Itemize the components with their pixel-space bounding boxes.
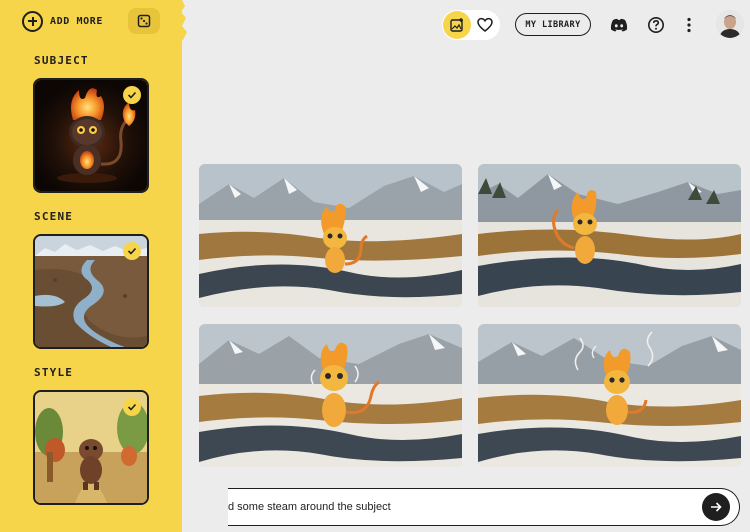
subject-thumbnail[interactable] [33, 78, 149, 193]
help-button[interactable] [645, 14, 667, 36]
avatar-image [716, 10, 744, 38]
selected-check-icon [123, 242, 141, 260]
more-options-button[interactable] [678, 14, 700, 36]
section-label-scene: SCENE [34, 210, 74, 223]
send-button[interactable] [702, 493, 730, 521]
generated-image-2[interactable] [478, 164, 741, 307]
discord-icon [610, 18, 628, 32]
help-icon [648, 17, 664, 33]
prompt-input[interactable] [228, 489, 688, 524]
generated-image-1[interactable] [199, 164, 462, 307]
shuffle-icon [137, 14, 151, 28]
user-avatar[interactable] [716, 10, 744, 38]
plus-icon [22, 10, 43, 32]
section-label-style: STYLE [34, 366, 74, 379]
header-icon-group [442, 10, 500, 40]
scene-thumbnail[interactable] [33, 234, 149, 349]
prompt-bar [228, 488, 740, 526]
style-thumbnail[interactable] [33, 390, 149, 505]
sidebar: ADD MORE SUBJECT SCENE STYLE [0, 0, 187, 532]
add-image-icon [450, 18, 463, 32]
add-more-button[interactable]: ADD MORE [22, 10, 103, 32]
arrow-right-icon [711, 502, 722, 512]
more-vert-icon [687, 17, 691, 33]
selected-check-icon [123, 86, 141, 104]
my-library-button[interactable]: MY LIBRARY [515, 13, 591, 36]
generated-image-3[interactable] [199, 324, 462, 467]
shuffle-button[interactable] [128, 8, 160, 34]
selected-check-icon [123, 398, 141, 416]
favorites-button[interactable] [471, 11, 499, 39]
discord-button[interactable] [608, 14, 630, 36]
add-more-label: ADD MORE [50, 15, 103, 27]
add-image-button[interactable] [443, 11, 471, 39]
section-label-subject: SUBJECT [34, 54, 89, 67]
heart-icon [477, 17, 493, 32]
generated-image-4[interactable] [478, 324, 741, 467]
sidebar-torn-edge [176, 0, 187, 44]
